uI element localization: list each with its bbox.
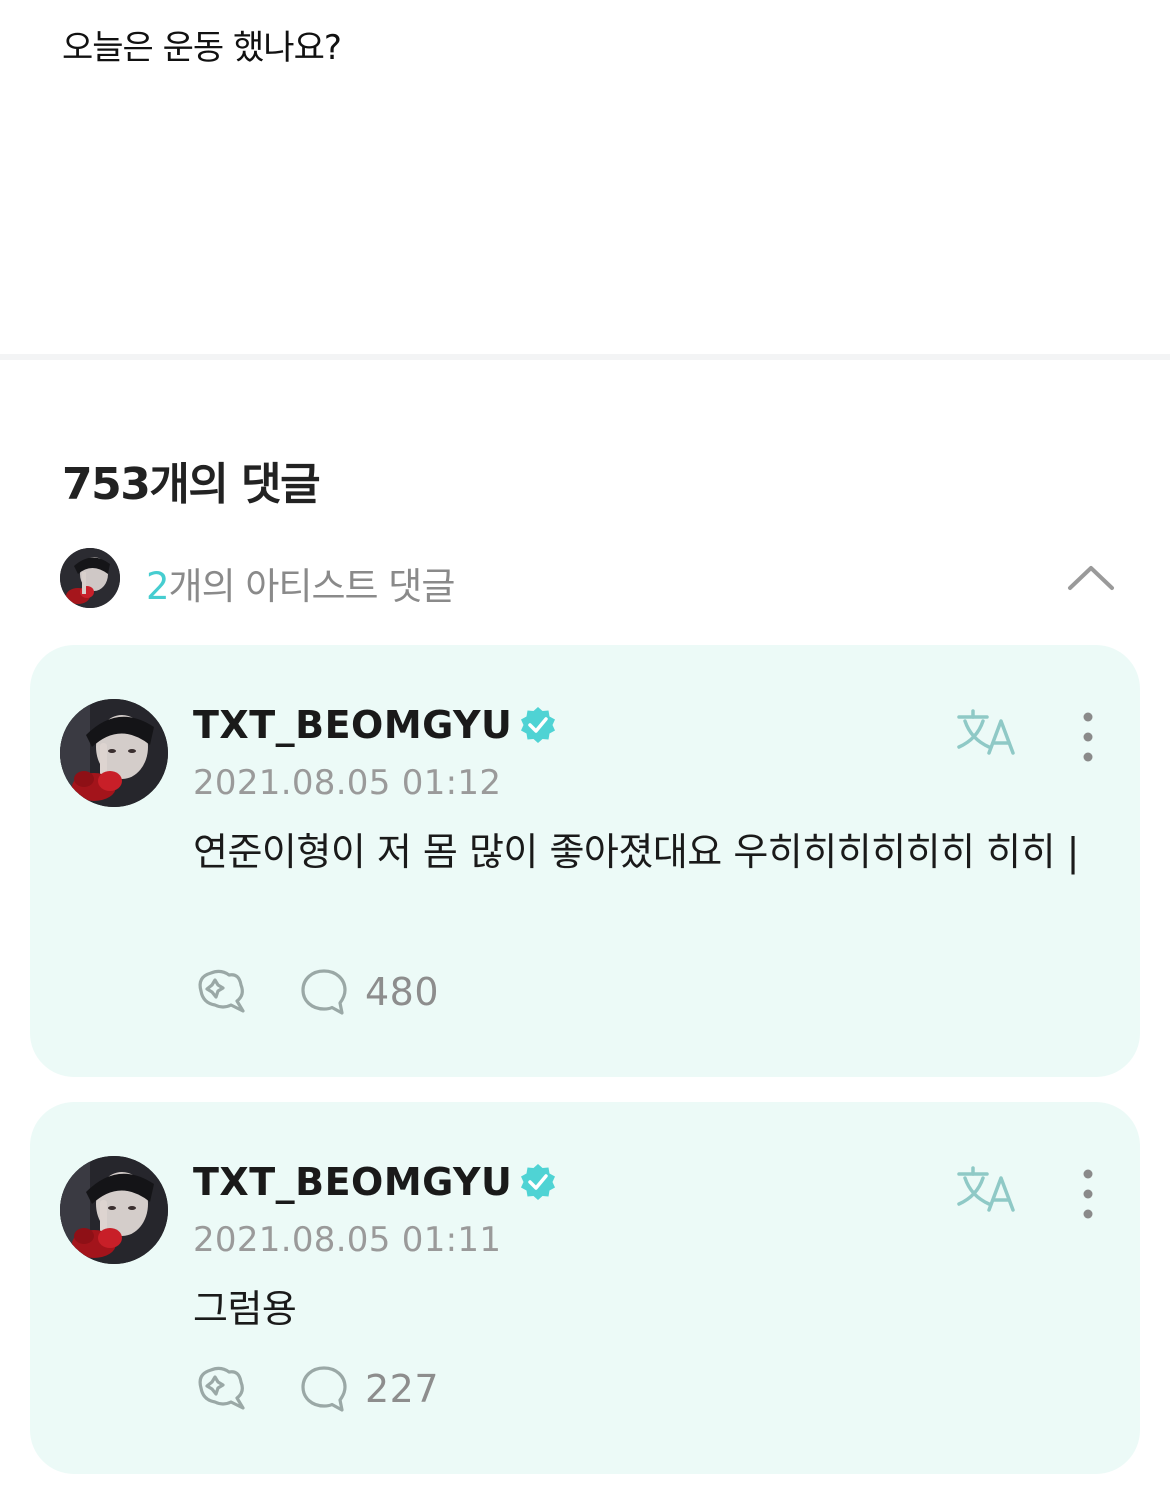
- more-options-icon[interactable]: [1070, 1168, 1106, 1220]
- comment-author[interactable]: TXT_BEOMGYU: [193, 703, 558, 747]
- cheer-icon[interactable]: [193, 967, 249, 1017]
- author-name: TXT_BEOMGYU: [193, 1160, 513, 1204]
- comment-text: 연준이형이 저 몸 많이 좋아졌대요 우히히히히히히 히히 |: [193, 830, 1079, 874]
- artist-avatar: [60, 548, 120, 608]
- artist-comments-toggle[interactable]: 2개의 아티스트 댓글: [60, 548, 1120, 610]
- comment-timestamp: 2021.08.05 01:12: [193, 763, 502, 803]
- artist-comments-count: 2: [146, 565, 170, 608]
- reply-icon[interactable]: [299, 1364, 349, 1414]
- cheer-icon[interactable]: [193, 1364, 249, 1414]
- artist-comment-card: TXT_BEOMGYU 2021.08.05 01:11 그럼용 227: [30, 1102, 1140, 1474]
- reply-count: 227: [365, 1367, 440, 1411]
- verified-badge-icon: [521, 1164, 556, 1200]
- comment-actions: 227: [193, 1364, 439, 1414]
- artist-comments-text: 개의 아티스트 댓글: [168, 565, 456, 608]
- avatar[interactable]: [60, 699, 168, 807]
- translate-icon[interactable]: [955, 707, 1019, 759]
- reply-icon[interactable]: [299, 967, 349, 1017]
- author-name: TXT_BEOMGYU: [193, 703, 513, 747]
- reply-count: 480: [365, 970, 440, 1014]
- comment-text: 그럼용: [193, 1287, 297, 1331]
- artist-comment-card: TXT_BEOMGYU 2021.08.05 01:12 연준이형이 저 몸 많…: [30, 645, 1140, 1077]
- post-text: 오늘은 운동 했나요?: [62, 28, 342, 68]
- comment-timestamp: 2021.08.05 01:11: [193, 1220, 502, 1260]
- comment-author[interactable]: TXT_BEOMGYU: [193, 1160, 558, 1204]
- more-options-icon[interactable]: [1070, 711, 1106, 763]
- verified-badge-icon: [521, 707, 556, 743]
- comments-screen: 오늘은 운동 했나요? 753개의 댓글 2개의 아티스트 댓글 TXT_BEO…: [0, 0, 1170, 1500]
- avatar[interactable]: [60, 1156, 168, 1264]
- translate-icon[interactable]: [955, 1164, 1019, 1216]
- comment-actions: 480: [193, 967, 439, 1017]
- comment-count-title: 753개의 댓글: [62, 459, 321, 510]
- section-divider: [0, 354, 1170, 360]
- chevron-up-icon[interactable]: [1066, 558, 1116, 598]
- artist-comments-label: 2개의 아티스트 댓글: [146, 556, 456, 610]
